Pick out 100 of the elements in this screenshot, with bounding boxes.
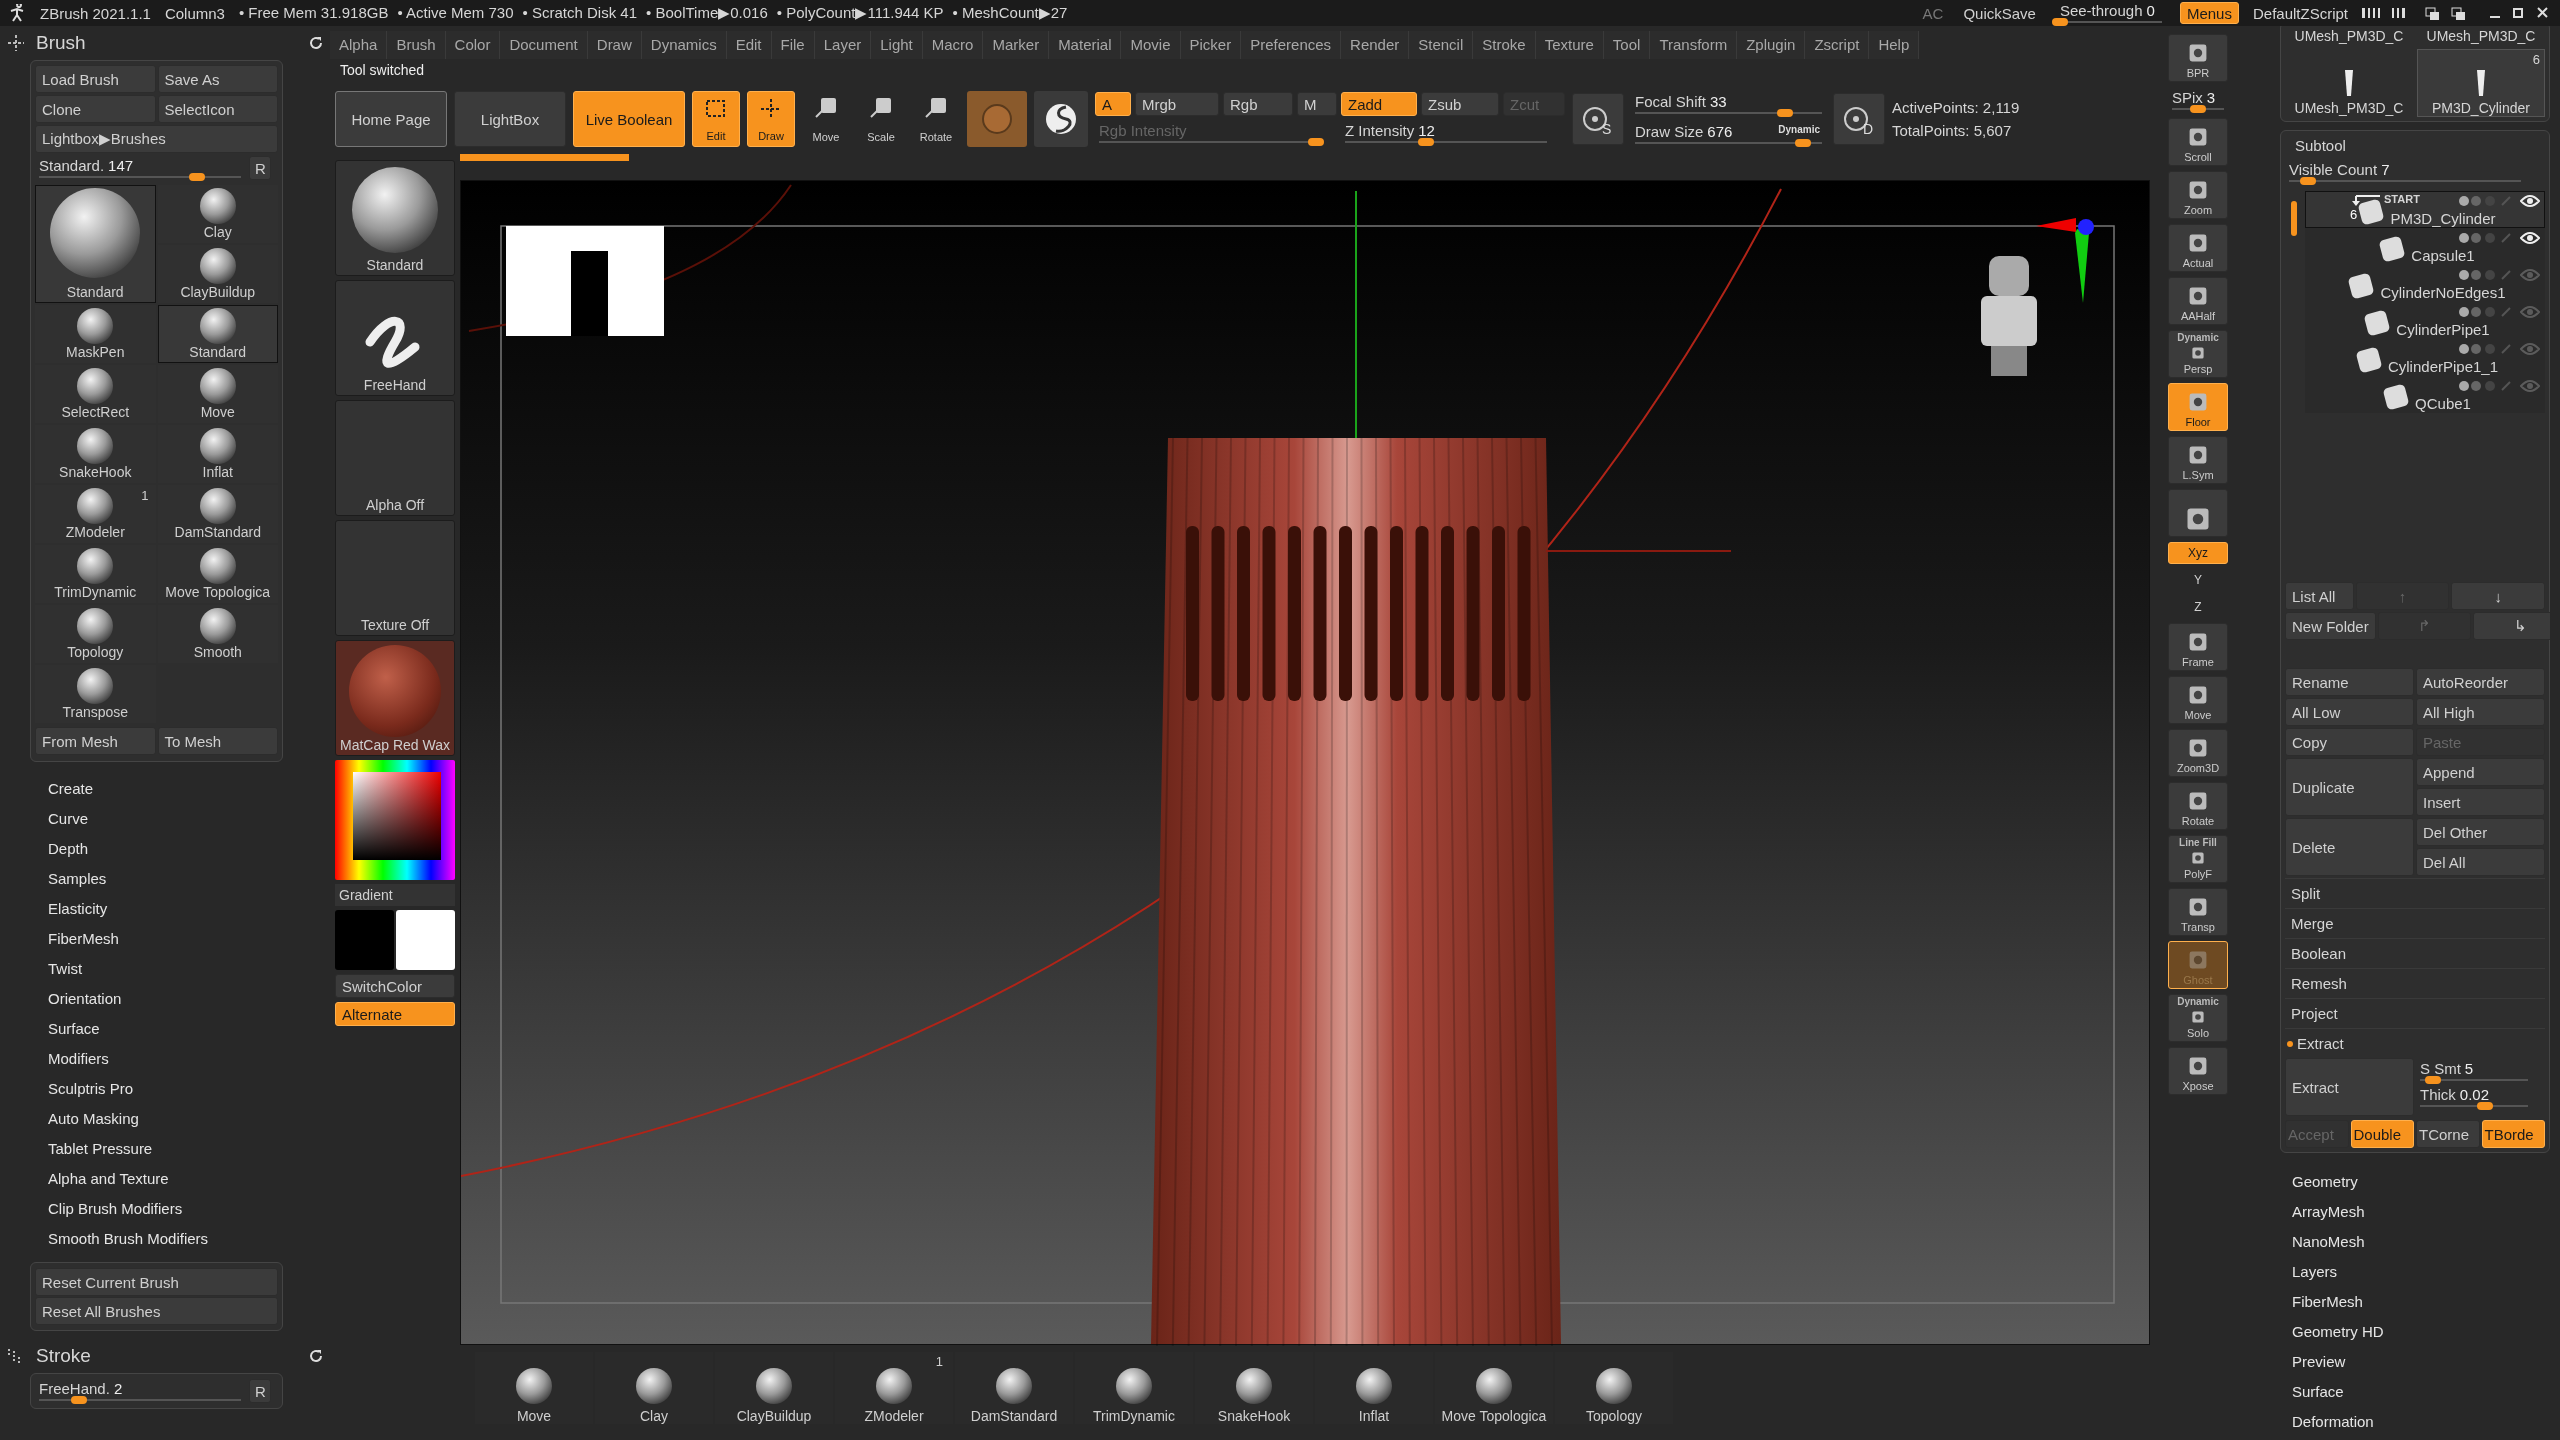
palette-section[interactable]: Orientation (0, 984, 330, 1014)
shelf-button[interactable]: Frame (2168, 623, 2228, 671)
menus-button[interactable]: Menus (2179, 2, 2239, 24)
shelf-button[interactable]: Floor (2168, 383, 2228, 431)
panel-button[interactable]: List All (2285, 582, 2354, 610)
palette-section[interactable]: FiberMesh (0, 924, 330, 954)
alternate-button[interactable]: Alternate (335, 1002, 455, 1026)
palette-section[interactable]: Create (0, 774, 330, 804)
menu-item[interactable]: Dynamics (641, 31, 727, 59)
stroke-thumbnail[interactable]: FreeHand (335, 280, 455, 396)
menu-item[interactable]: Light (871, 31, 923, 59)
option-button[interactable]: Double (2350, 1120, 2414, 1148)
scrollbar[interactable] (2291, 201, 2297, 236)
slider-thumb[interactable] (2299, 177, 2316, 185)
extract-button[interactable]: Extract (2285, 1058, 2414, 1116)
mode-button[interactable]: Draw (747, 91, 795, 147)
mode-button[interactable]: Move (802, 91, 850, 147)
panel-button[interactable]: All High (2416, 698, 2545, 726)
camera-lock-button[interactable] (2168, 489, 2228, 537)
menu-item[interactable]: Tool (1603, 31, 1651, 59)
slider[interactable]: Standard. 147 (35, 155, 245, 181)
slider[interactable]: SPix 3 (2168, 87, 2228, 113)
menu-item[interactable]: Draw (587, 31, 642, 59)
palette-section[interactable]: FiberMesh (2280, 1287, 2550, 1317)
color-swatch[interactable] (335, 910, 394, 970)
panel-button[interactable]: AutoReorder (2416, 668, 2545, 696)
nav-button[interactable]: Home Page (335, 91, 447, 147)
shelf-button[interactable]: Zoom3D (2168, 729, 2228, 777)
palette-section[interactable]: Surface (2280, 1377, 2550, 1407)
menu-item[interactable]: Zscript (1805, 31, 1870, 59)
palette-section[interactable]: Layers (2280, 1257, 2550, 1287)
menu-item[interactable]: Color (445, 31, 501, 59)
refresh-icon[interactable] (308, 1348, 324, 1364)
slider[interactable]: Focal Shift 33 (1631, 91, 1826, 117)
shelf-button[interactable]: Zoom (2168, 171, 2228, 219)
palette-button[interactable]: Reset All Brushes (35, 1297, 278, 1325)
palette-section[interactable]: Alpha and Texture (0, 1164, 330, 1194)
shelf-button[interactable]: L.Sym (2168, 436, 2228, 484)
slider[interactable]: FreeHand. 2 (35, 1378, 245, 1404)
quicksave-button[interactable]: QuickSave (1957, 2, 2042, 24)
color-swatch[interactable] (396, 910, 455, 970)
menu-item[interactable]: Zplugin (1737, 31, 1806, 59)
palette-section[interactable]: Clip Brush Modifiers (0, 1194, 330, 1224)
color-picker[interactable] (335, 760, 455, 880)
brush-thumbnail[interactable]: Standard (335, 160, 455, 276)
cylinder-model[interactable] (1151, 437, 1561, 1346)
eye-icon[interactable] (2520, 231, 2540, 245)
panel-button[interactable]: Copy (2285, 728, 2414, 756)
shelf-button[interactable]: Scroll (2168, 118, 2228, 166)
material-thumbnail[interactable]: MatCap Red Wax (335, 640, 455, 756)
slider[interactable]: Visible Count 7 (2285, 159, 2525, 185)
slider[interactable]: Draw Size 676 Dynamic (1631, 121, 1826, 147)
shelf-button[interactable]: Actual (2168, 224, 2228, 272)
slider-thumb[interactable] (2476, 1102, 2493, 1110)
palette-button[interactable]: SelectIcon (157, 95, 278, 123)
menu-item[interactable]: Preferences (1241, 31, 1342, 59)
slider-thumb[interactable] (1776, 109, 1793, 117)
panel-button[interactable]: New Folder (2285, 612, 2376, 640)
palette-section[interactable]: Preview (2280, 1347, 2550, 1377)
menu-item[interactable]: Stencil (1409, 31, 1474, 59)
palette-section[interactable]: Project (2285, 998, 2545, 1028)
slider-thumb[interactable] (2190, 105, 2206, 113)
panel-button[interactable]: Duplicate (2285, 758, 2414, 816)
menu-item[interactable]: Macro (922, 31, 984, 59)
subtool-item[interactable]: Capsule1 (2305, 228, 2545, 265)
menu-item[interactable]: Alpha (330, 31, 388, 59)
menu-item[interactable]: Material (1049, 31, 1122, 59)
channel-button[interactable]: M (1297, 92, 1337, 116)
palette-section[interactable]: Sculptris Pro (0, 1074, 330, 1104)
menu-item[interactable]: Document (500, 31, 588, 59)
palette-section[interactable]: Remesh (2285, 968, 2545, 998)
draw-size-button[interactable]: D (1833, 93, 1885, 145)
palette-section[interactable]: Elasticity (0, 894, 330, 924)
slider-thumb[interactable] (188, 173, 205, 181)
mode-button[interactable]: Scale (857, 91, 905, 147)
subtool-item[interactable]: CylinderNoEdges1 (2305, 265, 2545, 302)
shelf-button[interactable]: Dynamic Persp (2168, 330, 2228, 378)
palette-section[interactable]: NanoMesh (2280, 1227, 2550, 1257)
reset-button[interactable]: R (249, 156, 271, 180)
palette-button[interactable]: Reset Current Brush (35, 1268, 278, 1296)
palette-button[interactable]: To Mesh (157, 727, 278, 755)
slider-thumb[interactable] (2051, 18, 2068, 26)
panel-button[interactable]: Rename (2285, 668, 2414, 696)
slider[interactable]: Thick 0.02 (2416, 1084, 2532, 1110)
palette-section[interactable]: Twist (0, 954, 330, 984)
reset-button[interactable]: R (249, 1379, 271, 1403)
slider-thumb[interactable] (71, 1396, 88, 1404)
option-button[interactable]: TBorde (2481, 1120, 2545, 1148)
palette-section[interactable]: Geometry HD (2280, 1317, 2550, 1347)
palette-button[interactable]: From Mesh (35, 727, 156, 755)
panel-button[interactable]: Del All (2416, 848, 2545, 876)
shelf-button[interactable]: Line Fill PolyF (2168, 835, 2228, 883)
slider[interactable]: S Smt 5 (2416, 1058, 2532, 1084)
palette-section[interactable]: Smooth Brush Modifiers (0, 1224, 330, 1254)
palette-button[interactable]: Lightbox▶Brushes (35, 125, 278, 153)
channel-button[interactable]: Mrgb (1135, 92, 1219, 116)
palette-section[interactable]: Curve (0, 804, 330, 834)
shelf-button[interactable]: Rotate (2168, 782, 2228, 830)
menu-item[interactable]: Brush (387, 31, 446, 59)
slider[interactable]: Z Intensity 12 (1341, 120, 1551, 146)
